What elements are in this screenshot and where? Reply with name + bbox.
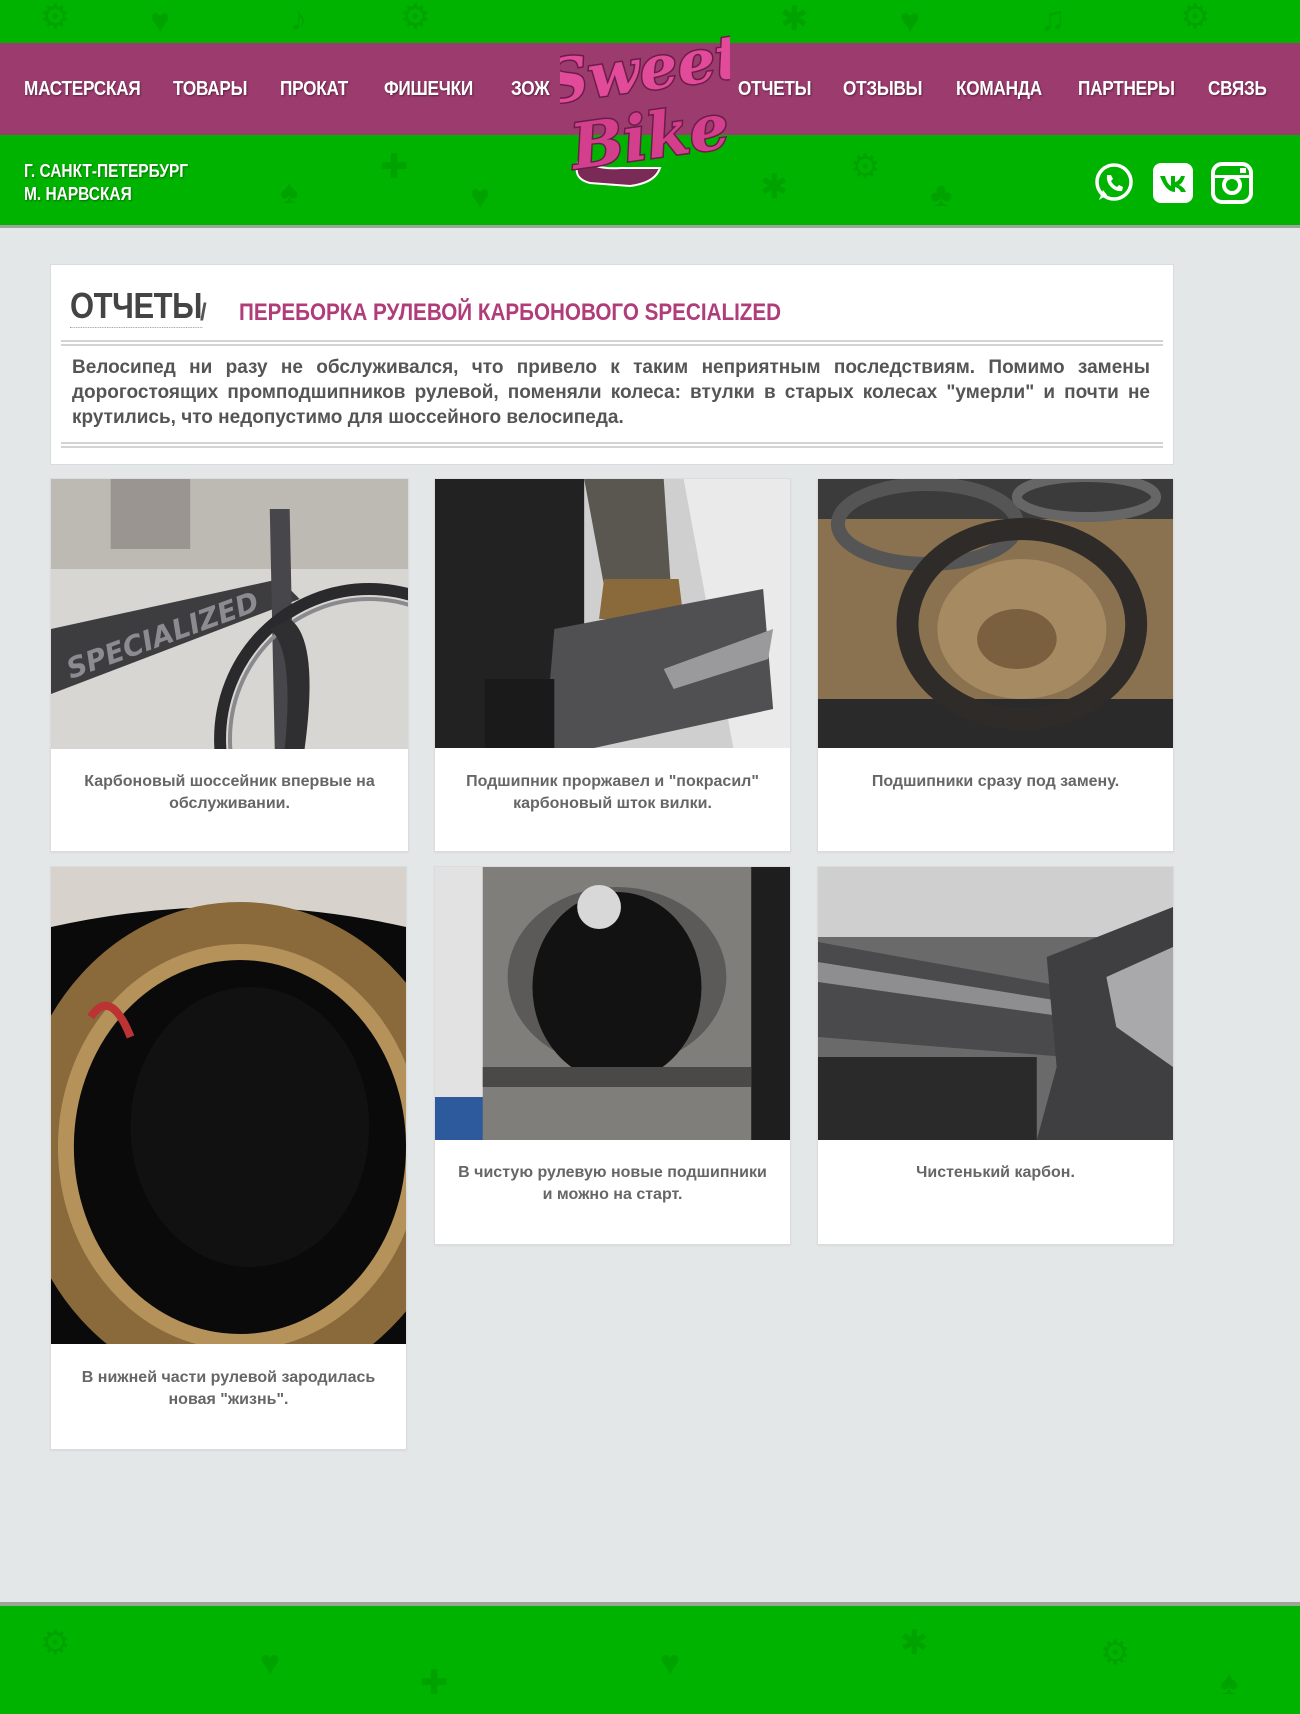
pattern-bicycle-icon: ⚙ [40, 0, 71, 36]
nav-item-reviews[interactable]: ОТЗЫВЫ [843, 43, 922, 135]
section-link-reports[interactable]: ОТЧЕТЫ [70, 285, 202, 328]
pattern-gear-icon: ✚ [420, 1664, 449, 1702]
pattern-heart-icon: ♥ [150, 2, 171, 40]
pattern-music-icon: ♫ [1040, 0, 1066, 38]
nav-item-reports[interactable]: ОТЧЕТЫ [738, 43, 812, 135]
pattern-bicycle-icon: ♣ [930, 176, 953, 214]
site-header: ⚙ ♥ ♪ ⚙ ✱ ♥ ♫ ⚙ ♠ ✚ ♥ ✱ ⚙ ♣ МАСТЕРСКАЯ Т… [0, 0, 1300, 228]
gallery-caption: Чистенький карбон. [916, 1164, 1075, 1181]
gallery-photo[interactable]: SPECIALIZED [51, 479, 408, 749]
location-block: Г. САНКТ-ПЕТЕРБУРГ М. НАРВСКАЯ [24, 160, 188, 206]
pattern-bicycle-icon: ⚙ [40, 1624, 71, 1662]
site-footer: ⚙ ♥ ✚ ♥ ✱ ⚙ ♠ [0, 1602, 1300, 1714]
pattern-lock-icon: ♠ [1220, 1664, 1239, 1702]
gallery-card[interactable]: Подшипник проржавел и "покрасил" карбоно… [434, 478, 791, 852]
nav-item-workshop[interactable]: МАСТЕРСКАЯ [24, 43, 141, 135]
pattern-gear-icon: ⚙ [1180, 0, 1211, 36]
divider-top [61, 340, 1163, 346]
whatsapp-icon[interactable] [1093, 162, 1135, 204]
gallery-caption: Подшипник проржавел и "покрасил" карбоно… [466, 773, 759, 812]
gallery-card[interactable]: SPECIALIZED Карбоновый шоссейник впервые… [50, 478, 409, 852]
nav-item-products[interactable]: ТОВАРЫ [173, 43, 247, 135]
nav-item-team[interactable]: КОМАНДА [956, 43, 1042, 135]
gallery-photo[interactable] [51, 867, 406, 1344]
gallery-photo[interactable] [435, 867, 790, 1140]
divider-bottom [61, 442, 1163, 448]
pattern-heart-icon: ♥ [470, 178, 491, 216]
page-title: ПЕРЕБОРКА РУЛЕВОЙ КАРБОНОВОГО SPECIALIZE… [239, 299, 782, 326]
pattern-lock-icon: ♠ [280, 173, 299, 211]
gallery-photo[interactable] [435, 479, 790, 748]
nav-item-features[interactable]: ФИШЕЧКИ [384, 43, 473, 135]
pattern-gear-icon: ⚙ [850, 148, 881, 186]
nav-item-contact[interactable]: СВЯЗЬ [1208, 43, 1267, 135]
pattern-heart-icon: ♥ [900, 2, 921, 40]
pattern-star-icon: ✱ [780, 0, 809, 38]
gallery-photo[interactable] [818, 867, 1173, 1140]
gallery-photo[interactable] [818, 479, 1173, 748]
report-description: Велосипед ни разу не обслуживался, что п… [72, 357, 1150, 428]
nav-item-partners[interactable]: ПАРТНЕРЫ [1078, 43, 1175, 135]
pattern-star-icon: ✱ [760, 168, 789, 206]
report-title-card: ОТЧЕТЫ / ПЕРЕБОРКА РУЛЕВОЙ КАРБОНОВОГО S… [50, 264, 1174, 465]
pattern-gear-icon: ✚ [380, 148, 409, 186]
sweet-bike-logo[interactable]: Sweet Bike [560, 18, 730, 190]
breadcrumb: ОТЧЕТЫ / ПЕРЕБОРКА РУЛЕВОЙ КАРБОНОВОГО S… [70, 285, 781, 328]
pattern-gear-icon: ⚙ [400, 0, 431, 36]
nav-item-healthy-lifestyle[interactable]: ЗОЖ [511, 43, 550, 135]
pattern-heart-icon: ♥ [660, 1644, 681, 1682]
pattern-gear-icon: ⚙ [1100, 1634, 1131, 1672]
vk-icon[interactable] [1152, 162, 1194, 204]
gallery-card[interactable]: Подшипники сразу под замену. [817, 478, 1174, 852]
gallery-card[interactable]: Чистенький карбон. [817, 866, 1174, 1245]
gallery-caption: Карбоновый шоссейник впервые на обслужив… [84, 773, 375, 812]
location-metro: М. НАРВСКАЯ [24, 184, 132, 204]
instagram-icon[interactable] [1211, 162, 1253, 204]
pattern-star-icon: ✱ [900, 1624, 929, 1662]
pattern-music-icon: ♪ [290, 0, 307, 38]
gallery-caption: В нижней части рулевой зародилась новая … [81, 1369, 376, 1408]
nav-item-rental[interactable]: ПРОКАТ [280, 43, 348, 135]
gallery-caption: В чистую рулевую новые подшипники и можн… [458, 1164, 767, 1203]
pattern-heart-icon: ♥ [260, 1644, 281, 1682]
gallery-caption: Подшипники сразу под замену. [871, 773, 1120, 790]
breadcrumb-separator: / [200, 299, 207, 326]
gallery-card[interactable]: В нижней части рулевой зародилась новая … [50, 866, 407, 1450]
location-city: Г. САНКТ-ПЕТЕРБУРГ [24, 161, 189, 181]
gallery-card[interactable]: В чистую рулевую новые подшипники и можн… [434, 866, 791, 1245]
